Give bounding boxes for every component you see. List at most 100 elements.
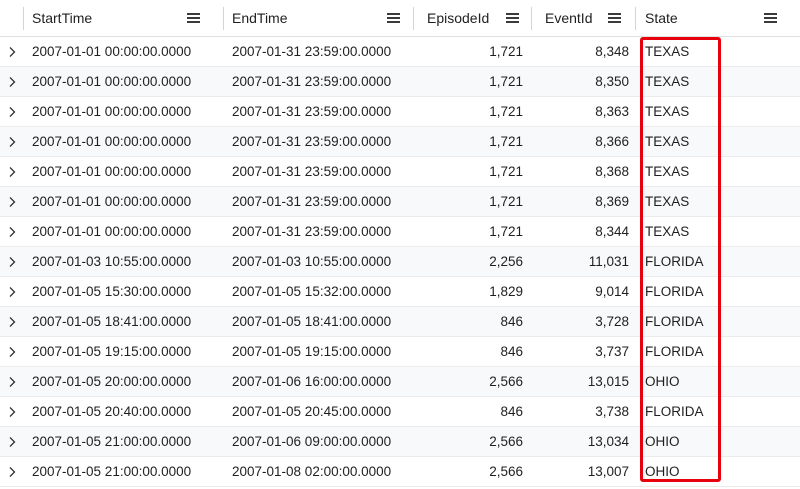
- column-menu-icon[interactable]: [187, 12, 200, 23]
- cell-state: FLORIDA: [645, 284, 704, 299]
- cell-end-time: 2007-01-08 02:00:00.0000: [232, 464, 392, 479]
- table-row[interactable]: 2007-01-01 00:00:00.0000 2007-01-31 23:5…: [0, 97, 800, 127]
- table-row[interactable]: 2007-01-05 20:00:00.0000 2007-01-06 16:0…: [0, 367, 800, 397]
- cell-state: FLORIDA: [645, 344, 704, 359]
- table-row[interactable]: 2007-01-01 00:00:00.0000 2007-01-31 23:5…: [0, 67, 800, 97]
- table-row[interactable]: 2007-01-05 20:40:00.0000 2007-01-05 20:4…: [0, 397, 800, 427]
- row-expander[interactable]: [0, 397, 23, 426]
- cell-episode-id: 1,721: [489, 134, 523, 149]
- chevron-right-icon[interactable]: [7, 376, 17, 388]
- column-label: EventId: [545, 10, 593, 26]
- cell-start-time: 2007-01-05 18:41:00.0000: [32, 314, 192, 329]
- cell-state: TEXAS: [645, 134, 690, 149]
- cell-end-time: 2007-01-05 20:45:00.0000: [232, 404, 392, 419]
- grid-header: StartTime EndTime EpisodeId EventId Stat…: [0, 0, 800, 37]
- column-header-state[interactable]: State: [635, 0, 800, 36]
- chevron-right-icon[interactable]: [7, 436, 17, 448]
- table-row[interactable]: 2007-01-01 00:00:00.0000 2007-01-31 23:5…: [0, 37, 800, 67]
- cell-start-time: 2007-01-05 21:00:00.0000: [32, 464, 192, 479]
- chevron-right-icon[interactable]: [7, 136, 17, 148]
- row-expander[interactable]: [0, 217, 23, 246]
- cell-state: TEXAS: [645, 224, 690, 239]
- cell-event-id: 8,369: [595, 194, 629, 209]
- row-expander[interactable]: [0, 427, 23, 456]
- column-label: StartTime: [32, 10, 93, 26]
- cell-episode-id: 2,566: [489, 434, 523, 449]
- chevron-right-icon[interactable]: [7, 166, 17, 178]
- chevron-right-icon[interactable]: [7, 406, 17, 418]
- cell-episode-id: 1,829: [489, 284, 523, 299]
- cell-end-time: 2007-01-31 23:59:00.0000: [232, 194, 392, 209]
- cell-state: TEXAS: [645, 164, 690, 179]
- row-expander[interactable]: [0, 367, 23, 396]
- cell-event-id: 3,728: [595, 314, 629, 329]
- cell-event-id: 8,363: [595, 104, 629, 119]
- column-menu-icon[interactable]: [764, 12, 777, 23]
- row-expander[interactable]: [0, 97, 23, 126]
- row-expander[interactable]: [0, 307, 23, 336]
- table-row[interactable]: 2007-01-01 00:00:00.0000 2007-01-31 23:5…: [0, 217, 800, 247]
- chevron-right-icon[interactable]: [7, 286, 17, 298]
- column-label: State: [645, 10, 678, 26]
- cell-end-time: 2007-01-31 23:59:00.0000: [232, 104, 392, 119]
- chevron-right-icon[interactable]: [7, 76, 17, 88]
- row-expander[interactable]: [0, 277, 23, 306]
- column-menu-icon[interactable]: [387, 12, 400, 23]
- cell-start-time: 2007-01-01 00:00:00.0000: [32, 104, 192, 119]
- column-menu-icon[interactable]: [506, 12, 519, 23]
- cell-event-id: 8,344: [595, 224, 629, 239]
- cell-event-id: 11,031: [588, 254, 629, 269]
- header-expander-spacer: [0, 0, 23, 36]
- column-header-event-id[interactable]: EventId: [531, 0, 635, 36]
- row-expander[interactable]: [0, 187, 23, 216]
- chevron-right-icon[interactable]: [7, 196, 17, 208]
- column-header-end-time[interactable]: EndTime: [223, 0, 413, 36]
- cell-end-time: 2007-01-31 23:59:00.0000: [232, 164, 392, 179]
- table-row[interactable]: 2007-01-05 19:15:00.0000 2007-01-05 19:1…: [0, 337, 800, 367]
- column-header-start-time[interactable]: StartTime: [23, 0, 223, 36]
- row-expander[interactable]: [0, 337, 23, 366]
- row-expander[interactable]: [0, 127, 23, 156]
- cell-episode-id: 1,721: [489, 104, 523, 119]
- cell-episode-id: 1,721: [489, 164, 523, 179]
- chevron-right-icon[interactable]: [7, 226, 17, 238]
- cell-event-id: 8,368: [595, 164, 629, 179]
- table-row[interactable]: 2007-01-05 21:00:00.0000 2007-01-08 02:0…: [0, 457, 800, 487]
- cell-start-time: 2007-01-01 00:00:00.0000: [32, 194, 192, 209]
- cell-event-id: 13,015: [587, 374, 629, 389]
- chevron-right-icon[interactable]: [7, 256, 17, 268]
- table-row[interactable]: 2007-01-05 21:00:00.0000 2007-01-06 09:0…: [0, 427, 800, 457]
- chevron-right-icon[interactable]: [7, 466, 17, 478]
- chevron-right-icon[interactable]: [7, 46, 17, 58]
- chevron-right-icon[interactable]: [7, 316, 17, 328]
- row-expander[interactable]: [0, 157, 23, 186]
- cell-start-time: 2007-01-05 20:40:00.0000: [32, 404, 192, 419]
- row-expander[interactable]: [0, 457, 23, 486]
- row-expander[interactable]: [0, 247, 23, 276]
- row-expander[interactable]: [0, 37, 23, 66]
- cell-state: TEXAS: [645, 74, 690, 89]
- cell-start-time: 2007-01-03 10:55:00.0000: [32, 254, 192, 269]
- cell-end-time: 2007-01-06 16:00:00.0000: [232, 374, 392, 389]
- cell-event-id: 9,014: [595, 284, 629, 299]
- table-row[interactable]: 2007-01-01 00:00:00.0000 2007-01-31 23:5…: [0, 157, 800, 187]
- cell-start-time: 2007-01-01 00:00:00.0000: [32, 164, 192, 179]
- table-row[interactable]: 2007-01-05 18:41:00.0000 2007-01-05 18:4…: [0, 307, 800, 337]
- cell-event-id: 8,348: [595, 44, 629, 59]
- cell-end-time: 2007-01-06 09:00:00.0000: [232, 434, 392, 449]
- cell-state: FLORIDA: [645, 314, 704, 329]
- table-row[interactable]: 2007-01-01 00:00:00.0000 2007-01-31 23:5…: [0, 187, 800, 217]
- cell-episode-id: 1,721: [489, 194, 523, 209]
- table-row[interactable]: 2007-01-01 00:00:00.0000 2007-01-31 23:5…: [0, 127, 800, 157]
- chevron-right-icon[interactable]: [7, 346, 17, 358]
- row-expander[interactable]: [0, 67, 23, 96]
- chevron-right-icon[interactable]: [7, 106, 17, 118]
- cell-state: TEXAS: [645, 44, 690, 59]
- table-row[interactable]: 2007-01-03 10:55:00.0000 2007-01-03 10:5…: [0, 247, 800, 277]
- cell-state: TEXAS: [645, 194, 690, 209]
- column-header-episode-id[interactable]: EpisodeId: [413, 0, 531, 36]
- column-menu-icon[interactable]: [608, 12, 621, 23]
- cell-episode-id: 2,256: [489, 254, 523, 269]
- column-label: EpisodeId: [427, 10, 490, 26]
- table-row[interactable]: 2007-01-05 15:30:00.0000 2007-01-05 15:3…: [0, 277, 800, 307]
